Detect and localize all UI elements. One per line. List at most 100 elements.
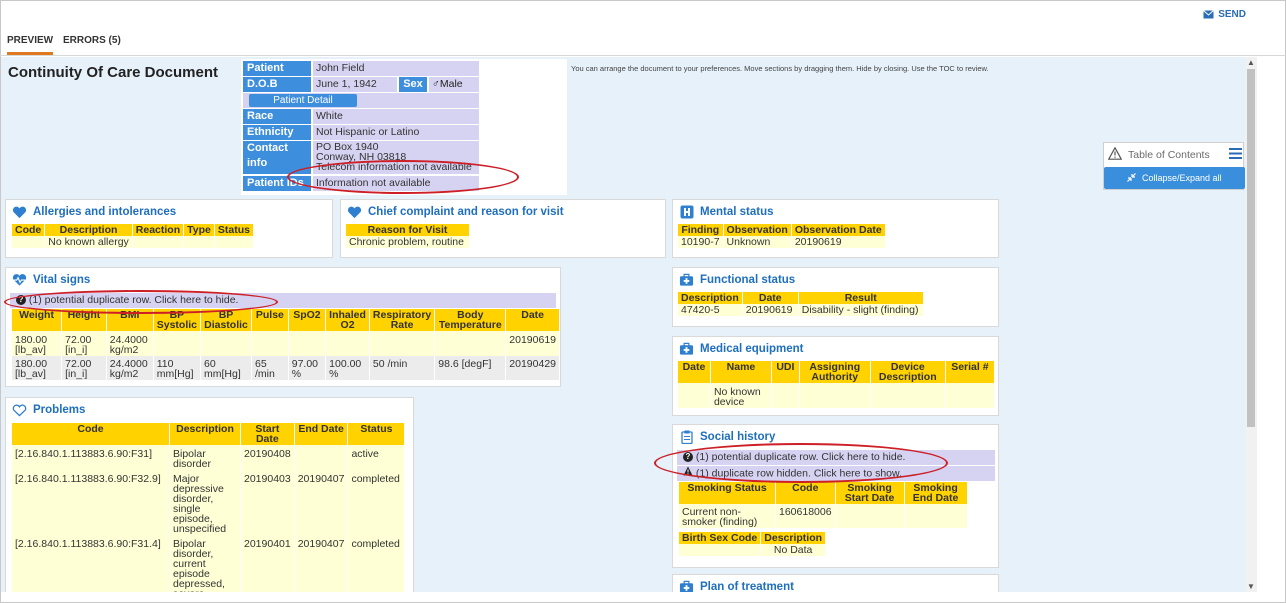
- table-cell: 180.00 [lb_av]: [12, 331, 62, 356]
- column-header: Date: [742, 292, 798, 304]
- table-cell: 20190619: [791, 236, 885, 248]
- table-cell: Disability - slight (finding): [798, 304, 923, 316]
- table-cell: Major depressive disorder, single episod…: [170, 470, 240, 535]
- patient-detail-button[interactable]: Patient Detail: [249, 94, 357, 107]
- medkit-icon: [679, 273, 694, 287]
- column-header: Start Date: [241, 423, 294, 445]
- mental-status-card[interactable]: Mental status Finding Observation Observ…: [672, 199, 999, 258]
- table-cell: [2.16.840.1.113883.6.90:F31]: [12, 445, 169, 470]
- medical-equipment-title[interactable]: Medical equipment: [700, 343, 804, 355]
- column-header: Date: [506, 309, 559, 331]
- column-header: Description: [45, 224, 132, 236]
- column-header: UDI: [771, 361, 799, 383]
- table-row: [2.16.840.1.113883.6.90:F31] Bipolar dis…: [12, 445, 405, 470]
- chief-complaint-title[interactable]: Chief complaint and reason for visit: [368, 206, 564, 218]
- table-cell: 20190403: [241, 470, 294, 535]
- column-header: Code: [12, 224, 45, 236]
- tab-preview[interactable]: PREVIEW: [7, 35, 54, 55]
- table-cell: 20190401: [241, 535, 294, 592]
- send-button[interactable]: SEND: [1203, 9, 1246, 20]
- table-cell: Bipolar disorder, current episode depres…: [170, 535, 240, 592]
- collapse-expand-label: Collapse/Expand all: [1141, 173, 1222, 183]
- column-header: BP Systolic: [153, 309, 201, 331]
- mental-status-table: Finding Observation Observation Date 101…: [677, 224, 886, 248]
- tab-errors[interactable]: ERRORS (5): [63, 35, 121, 52]
- question-icon: ?: [16, 295, 26, 306]
- problems-title[interactable]: Problems: [33, 404, 85, 416]
- race-value: White: [313, 109, 479, 124]
- chief-complaint-card[interactable]: Chief complaint and reason for visit Rea…: [340, 199, 666, 258]
- medical-equipment-card[interactable]: Medical equipment Date Name UDI Assignin…: [672, 336, 999, 416]
- column-header: BMI: [106, 309, 153, 331]
- hamburger-icon[interactable]: [1229, 148, 1242, 162]
- vertical-scrollbar[interactable]: ▲ ▼: [1245, 57, 1257, 592]
- scrollbar-thumb[interactable]: [1247, 69, 1255, 427]
- ethnicity-label: Ethnicity: [243, 125, 311, 140]
- allergies-table: Code Description Reaction Type Status No…: [11, 224, 254, 248]
- table-cell: completed: [348, 470, 405, 535]
- column-header: Status: [214, 224, 253, 236]
- table-cell: 65 /min: [252, 356, 288, 380]
- column-header: Status: [348, 423, 405, 445]
- collapse-expand-button[interactable]: Collapse/Expand all: [1104, 167, 1245, 189]
- duplicate-row-message[interactable]: ? (1) potential duplicate row. Click her…: [10, 293, 556, 308]
- table-cell: No Data: [761, 544, 826, 556]
- column-header: Smoking Start Date: [835, 482, 904, 504]
- document-canvas: Continuity Of Care Document You can arra…: [1, 57, 1245, 592]
- column-header: Observation: [723, 224, 791, 236]
- column-header: Result: [798, 292, 923, 304]
- vital-signs-card[interactable]: Vital signs ? (1) potential duplicate ro…: [5, 267, 561, 387]
- duplicate-row-message[interactable]: ? (1) potential duplicate row. Click her…: [677, 450, 995, 465]
- column-header: Description: [678, 292, 742, 304]
- table-cell: 98.6 [degF]: [435, 356, 506, 380]
- social-history-title[interactable]: Social history: [700, 431, 775, 443]
- social-history-card[interactable]: Social history ? (1) potential duplicate…: [672, 424, 999, 568]
- table-row: [2.16.840.1.113883.6.90:F31.4] Bipolar d…: [12, 535, 405, 592]
- contact-line-3: Telecom information not available: [316, 161, 472, 173]
- table-cell: Chronic problem, routine: [346, 236, 469, 248]
- vital-signs-title[interactable]: Vital signs: [33, 274, 90, 286]
- table-row: No Data: [679, 544, 826, 556]
- dob-value: June 1, 1942: [313, 77, 397, 92]
- arrange-hint: You can arrange the document to your pre…: [571, 64, 989, 73]
- warning-icon: [1107, 146, 1123, 163]
- column-header: Respiratory Rate: [369, 309, 435, 331]
- column-header: BP Diastolic: [201, 309, 252, 331]
- table-row: 10190-7 Unknown 20190619: [678, 236, 885, 248]
- table-row: [2.16.840.1.113883.6.90:F32.9] Major dep…: [12, 470, 405, 535]
- table-cell: 72.00 [in_i]: [62, 331, 106, 356]
- column-header: SpO2: [288, 309, 326, 331]
- column-header: Assigning Authority: [799, 361, 870, 383]
- plan-of-treatment-card[interactable]: Plan of treatment: [672, 574, 999, 592]
- duplicate-row-text: (1) potential duplicate row. Click here …: [28, 294, 239, 306]
- functional-status-card[interactable]: Functional status Description Date Resul…: [672, 267, 999, 327]
- allergies-card[interactable]: Allergies and intolerances Code Descript…: [5, 199, 333, 258]
- toc-title[interactable]: Table of Contents: [1128, 149, 1210, 161]
- table-cell: 20190619: [742, 304, 798, 316]
- functional-status-title[interactable]: Functional status: [700, 274, 795, 286]
- hidden-row-message[interactable]: (1) duplicate row hidden. Click here to …: [677, 466, 995, 481]
- table-of-contents: Table of Contents Collapse/Expand all: [1103, 142, 1245, 190]
- column-header: End Date: [294, 423, 348, 445]
- dob-label: D.O.B: [243, 77, 311, 92]
- table-cell: 24.4000 kg/m2: [106, 356, 153, 380]
- mental-status-title[interactable]: Mental status: [700, 206, 774, 218]
- scroll-down-icon[interactable]: ▼: [1247, 582, 1255, 591]
- column-header: Birth Sex Code: [679, 532, 761, 544]
- hidden-row-text: (1) duplicate row hidden. Click here to …: [695, 467, 902, 480]
- table-cell: Bipolar disorder: [170, 445, 240, 470]
- allergies-title[interactable]: Allergies and intolerances: [33, 206, 176, 218]
- heart-outline-icon: [12, 403, 27, 417]
- sex-label: Sex: [399, 77, 427, 92]
- table-row: 47420-5 20190619 Disability - slight (fi…: [678, 304, 923, 316]
- scroll-up-icon[interactable]: ▲: [1247, 58, 1255, 67]
- collapse-icon: [1127, 168, 1137, 190]
- plan-of-treatment-title[interactable]: Plan of treatment: [700, 581, 794, 592]
- problems-card[interactable]: Problems Code Description Start Date End…: [5, 397, 414, 592]
- document-title: Continuity Of Care Document: [8, 64, 219, 81]
- table-cell: [2.16.840.1.113883.6.90:F32.9]: [12, 470, 169, 535]
- column-header: Description: [761, 532, 826, 544]
- column-header: Device Description: [870, 361, 945, 383]
- column-header: Pulse: [252, 309, 288, 331]
- heart-pulse-icon: [12, 273, 27, 287]
